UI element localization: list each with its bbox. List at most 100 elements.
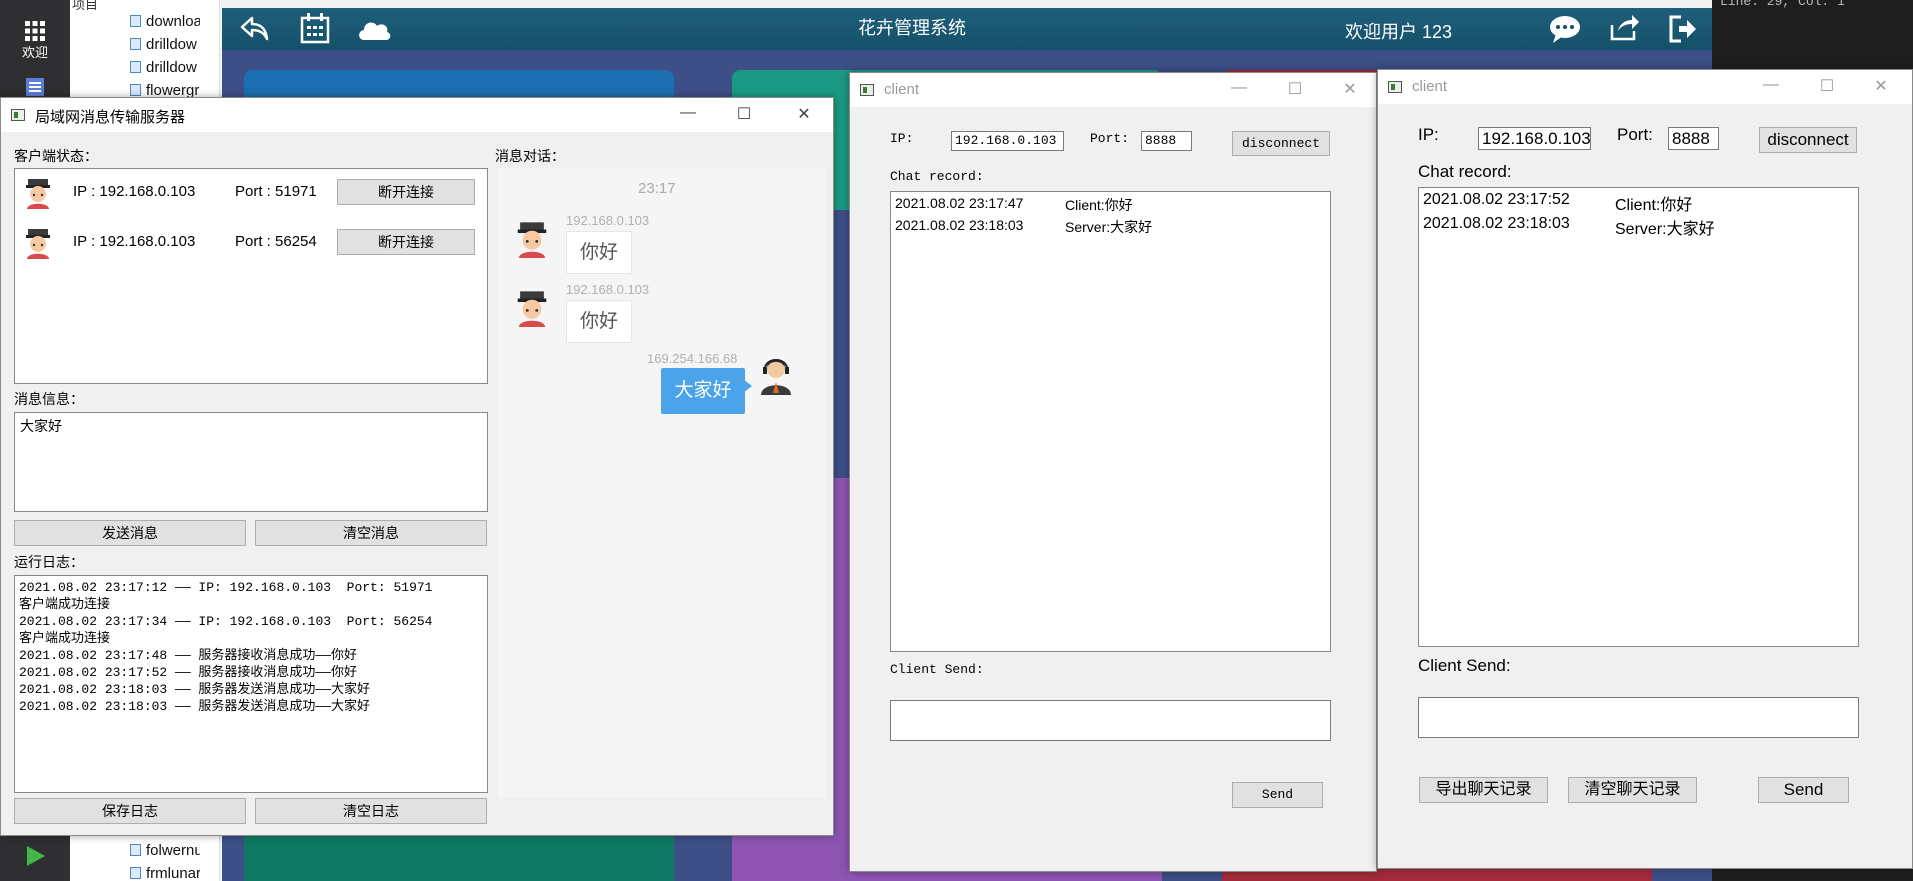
minimize-button[interactable]: — (1216, 73, 1262, 107)
tree-item[interactable]: drilldow (130, 57, 200, 79)
client-titlebar: client — ☐ ✕ (850, 73, 1376, 107)
play-icon (27, 846, 45, 866)
chat-sender-ip: 192.168.0.103 (566, 282, 650, 297)
app-icon (1388, 81, 1402, 93)
user-avatar-icon (517, 222, 547, 258)
chat-icon[interactable] (1548, 14, 1582, 44)
run-log[interactable]: 2021.08.02 23:17:12 —— IP: 192.168.0.103… (14, 575, 488, 793)
record-time: 2021.08.02 23:17:47 (895, 195, 1024, 211)
client-row: IP : 192.168.0.103 Port : 51971 断开连接 (23, 172, 483, 212)
clear-chat-button[interactable]: 清空聊天记录 (1568, 777, 1697, 803)
chat-record-label: Chat record: (1418, 162, 1512, 181)
project-header: 项目 (72, 0, 99, 12)
file-icon (130, 38, 141, 50)
record-message: Client:你好 (1065, 197, 1133, 213)
chat-record-list[interactable]: 2021.08.02 23:17:47 Client:你好 2021.08.02… (890, 191, 1331, 652)
chat-label: 消息对话： (495, 148, 565, 164)
welcome-label: 欢迎 (21, 45, 48, 60)
user-avatar-icon (517, 291, 547, 327)
tree-item[interactable]: folwernu (130, 840, 200, 862)
message-info-label: 消息信息： (14, 391, 84, 407)
support-agent-icon (761, 359, 791, 395)
logout-icon[interactable] (1668, 14, 1698, 44)
record-time: 2021.08.02 23:18:03 (895, 217, 1024, 233)
chat-bubble: 你好 (566, 231, 632, 274)
export-chat-button[interactable]: 导出聊天记录 (1419, 777, 1548, 803)
user-avatar-icon (26, 179, 50, 209)
file-icon (130, 15, 141, 27)
welcome-button[interactable]: 欢迎 (0, 20, 70, 61)
document-icon (26, 78, 44, 96)
tree-item[interactable]: downloa (130, 11, 200, 33)
client-port: Port : 56254 (235, 233, 317, 250)
client-send-input[interactable] (1418, 697, 1859, 738)
minimize-button[interactable]: — (665, 98, 711, 132)
tree-item[interactable]: frmlunar (130, 863, 200, 881)
log-label: 运行日志： (14, 554, 84, 570)
maximize-button[interactable]: ☐ (721, 98, 767, 132)
log-text: 2021.08.02 23:17:12 —— IP: 192.168.0.103… (19, 580, 433, 714)
send-button[interactable]: Send (1758, 777, 1849, 803)
server-window: 局域网消息传输服务器 — ☐ ✕ 客户端状态： IP : 192.168.0.1… (0, 97, 834, 836)
app-icon (860, 84, 874, 96)
clear-log-button[interactable]: 清空日志 (255, 798, 487, 824)
chat-record-list[interactable]: 2021.08.02 23:17:52 Client:你好 2021.08.02… (1418, 187, 1859, 647)
ip-input[interactable]: 192.168.0.103 (1478, 127, 1591, 150)
welcome-user-text: 欢迎用户 123 (1345, 22, 1453, 42)
send-button[interactable]: Send (1232, 782, 1323, 808)
client-row: IP : 192.168.0.103 Port : 56254 断开连接 (23, 222, 483, 262)
chat-record-label: Chat record: (890, 169, 984, 184)
port-label: Port: (1617, 125, 1653, 144)
client-send-input[interactable] (890, 700, 1331, 741)
tree-item[interactable]: drilldow (130, 34, 200, 56)
user-avatar-icon (26, 229, 50, 259)
message-input[interactable]: 大家好 (14, 412, 488, 512)
chat-bubble: 你好 (566, 300, 632, 343)
ip-input[interactable]: 192.168.0.103 (951, 131, 1064, 151)
chat-bubble-own: 大家好 (661, 368, 745, 414)
save-log-button[interactable]: 保存日志 (14, 798, 246, 824)
close-button[interactable]: ✕ (1327, 73, 1373, 107)
port-label: Port: (1090, 131, 1130, 146)
client-port: Port : 51971 (235, 183, 317, 200)
chat-time: 23:17 (638, 180, 676, 197)
client-ip: IP : 192.168.0.103 (73, 233, 196, 250)
run-button[interactable] (0, 845, 70, 867)
client-window-title: client (884, 81, 920, 98)
record-message: Server:大家好 (1615, 221, 1715, 238)
cursor-position: Line: 29, Col: 1 (1720, 0, 1845, 9)
disconnect-button[interactable]: disconnect (1759, 127, 1857, 153)
ip-label: IP: (1418, 125, 1439, 144)
chat-sender-ip: 169.254.166.68 (647, 351, 738, 366)
app-icon (11, 109, 25, 121)
close-button[interactable]: ✕ (781, 98, 827, 132)
file-icon (130, 844, 141, 856)
client-window: client — ☐ ✕ IP: 192.168.0.103 Port: 888… (1377, 69, 1913, 869)
clear-message-button[interactable]: 清空消息 (255, 520, 487, 546)
minimize-button[interactable]: — (1748, 70, 1794, 104)
share-icon[interactable] (1608, 11, 1640, 43)
record-time: 2021.08.02 23:18:03 (1423, 215, 1570, 232)
close-button[interactable]: ✕ (1858, 70, 1904, 104)
file-icon (130, 61, 141, 73)
chat-dialog-area: 23:17 192.168.0.103 你好 192.168.0.103 你好 … (498, 168, 826, 797)
port-input[interactable]: 8888 (1668, 127, 1719, 150)
maximize-button[interactable]: ☐ (1804, 70, 1850, 104)
edit-mode-button[interactable] (0, 76, 70, 98)
disconnect-button[interactable]: disconnect (1232, 131, 1330, 156)
port-input[interactable]: 8888 (1141, 131, 1192, 151)
disconnect-client-button[interactable]: 断开连接 (337, 229, 475, 255)
client-window-title: client (1412, 78, 1448, 95)
grid-icon (25, 21, 45, 41)
client-ip: IP : 192.168.0.103 (73, 183, 196, 200)
client-send-label: Client Send: (890, 662, 984, 677)
maximize-button[interactable]: ☐ (1272, 73, 1318, 107)
disconnect-client-button[interactable]: 断开连接 (337, 179, 475, 205)
client-window: client — ☐ ✕ IP: 192.168.0.103 Port: 888… (849, 72, 1377, 872)
send-message-button[interactable]: 发送消息 (14, 520, 246, 546)
server-titlebar: 局域网消息传输服务器 — ☐ ✕ (1, 98, 833, 132)
record-time: 2021.08.02 23:17:52 (1423, 191, 1570, 208)
file-icon (130, 867, 141, 879)
record-message: Client:你好 (1615, 197, 1693, 214)
file-icon (130, 84, 141, 96)
